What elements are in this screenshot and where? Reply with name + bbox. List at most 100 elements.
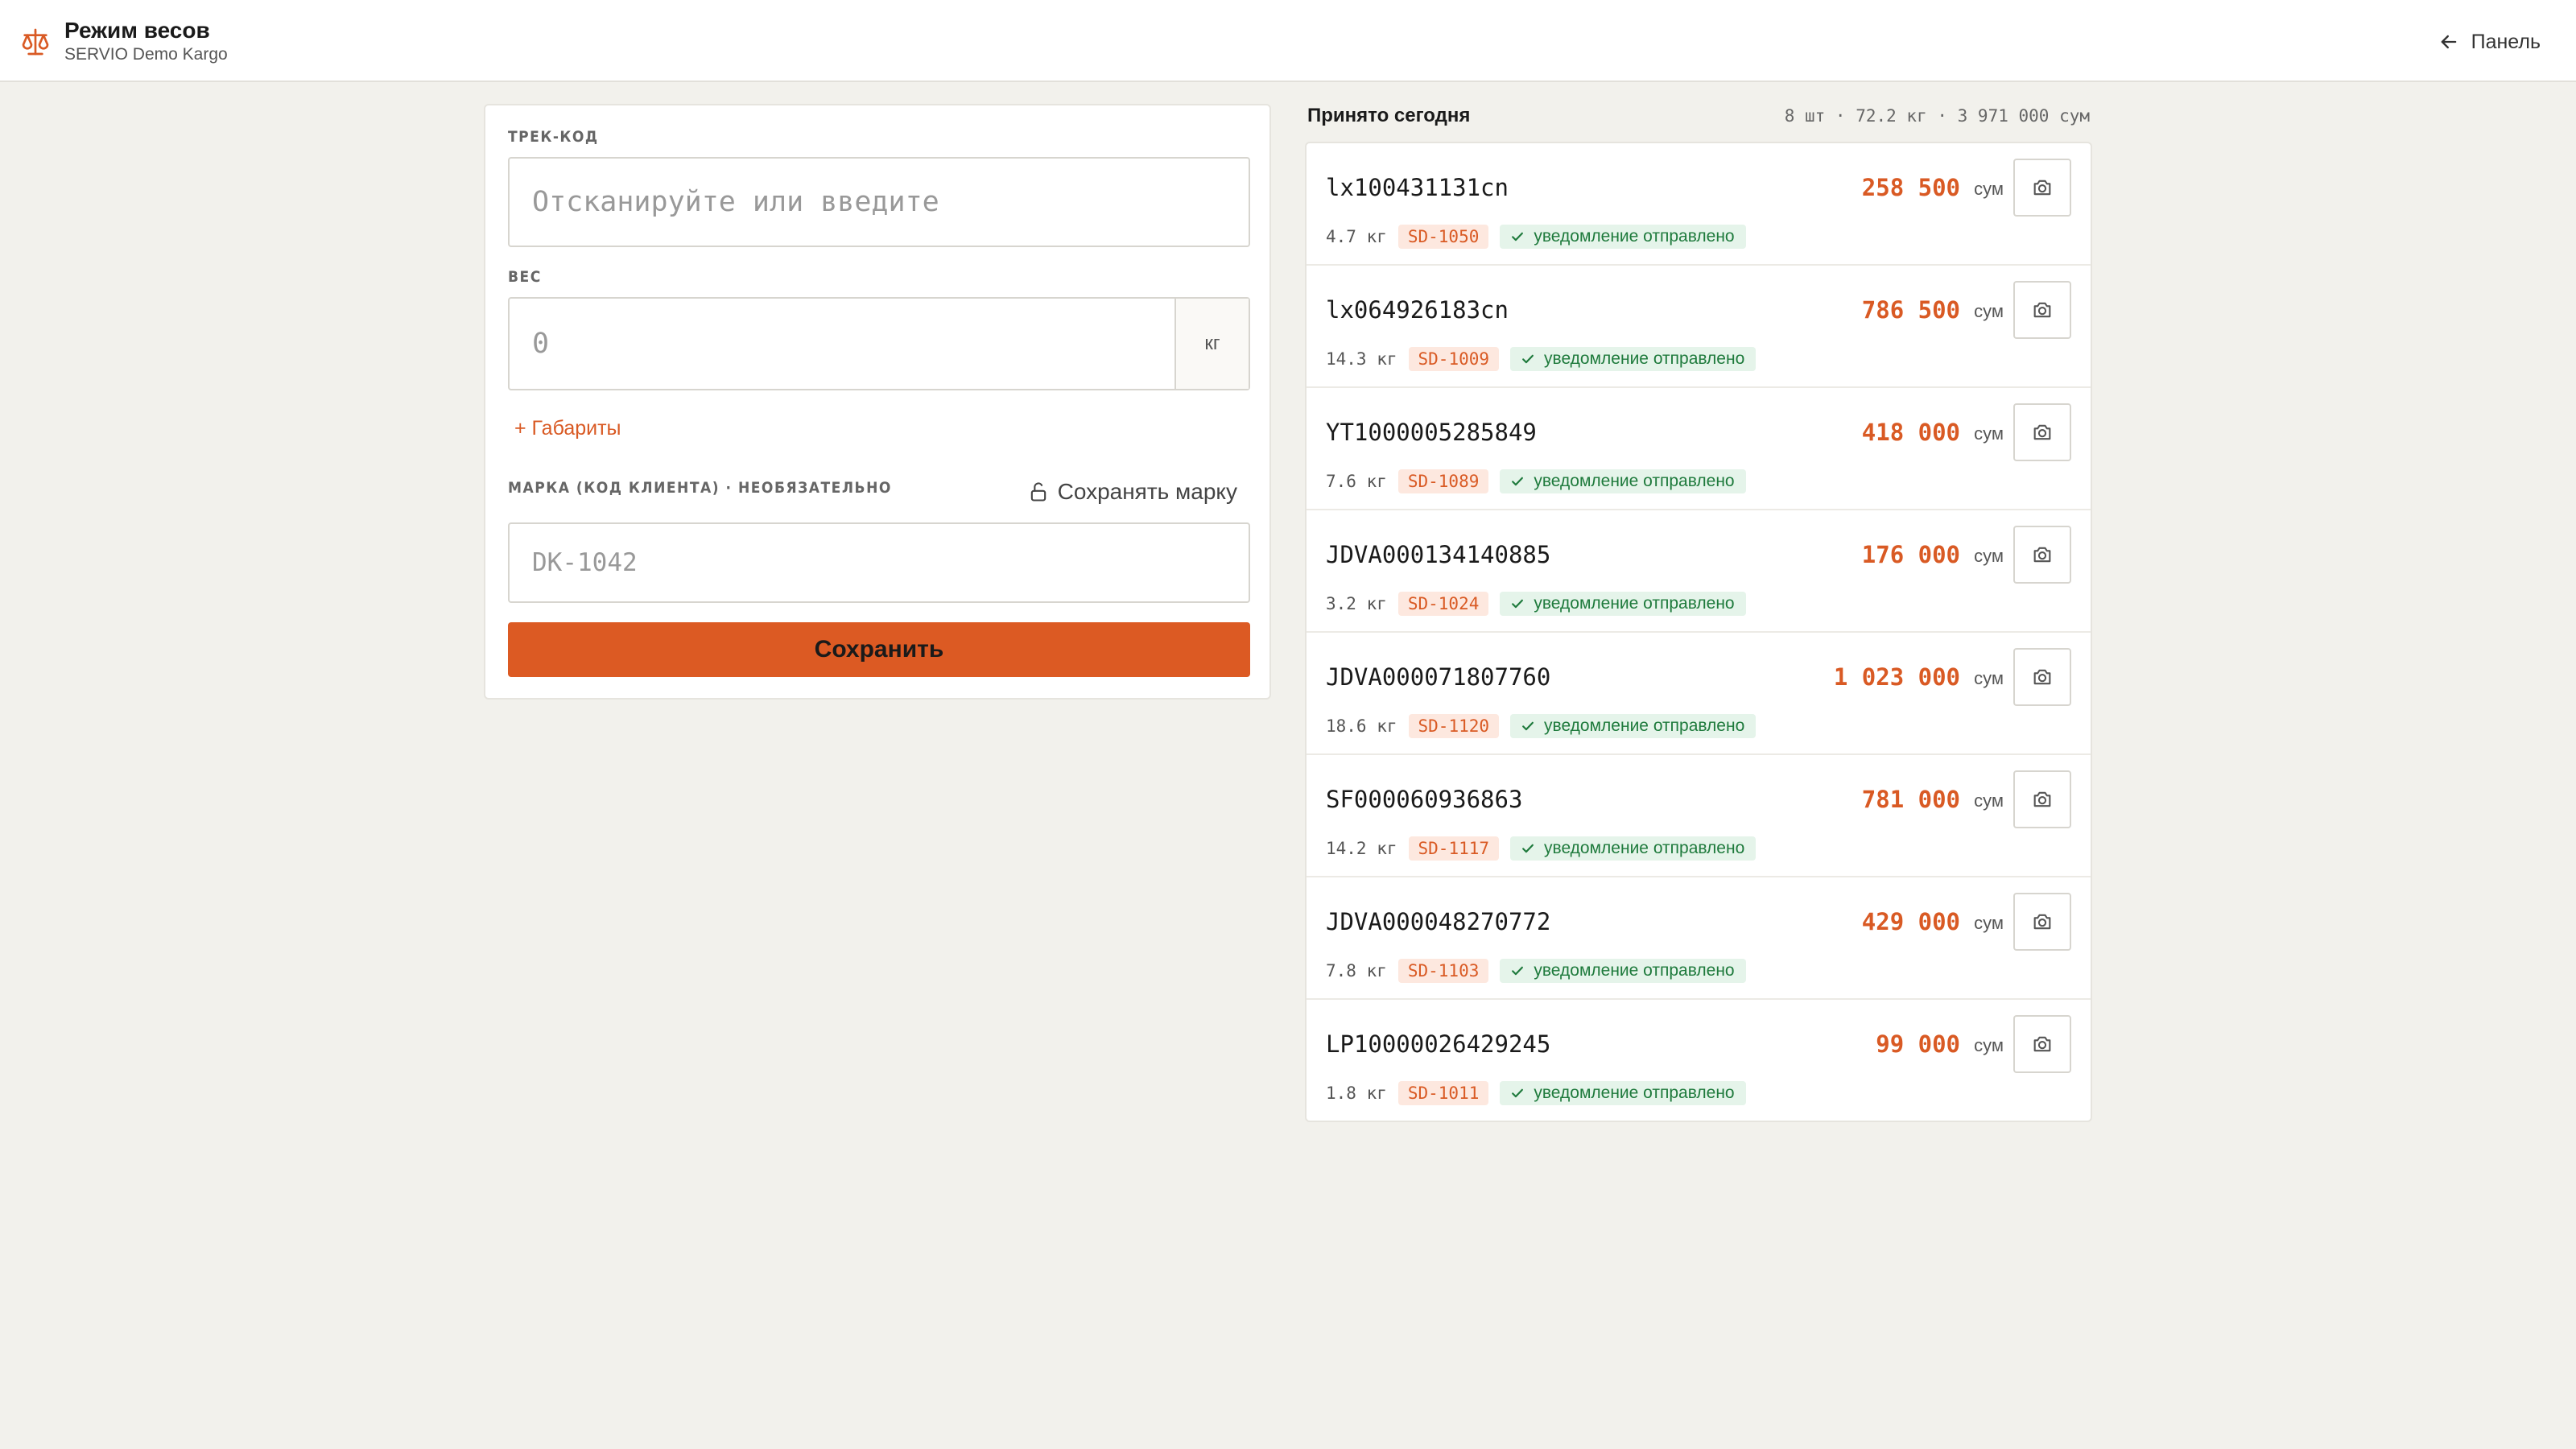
item-weight: 4.7 кг (1326, 227, 1387, 246)
list-item[interactable]: JDVA000048270772 429 000 сум 7.8 кг SD-1… (1307, 877, 2091, 1000)
currency: сум (1974, 301, 2004, 321)
photo-button[interactable] (2013, 403, 2071, 461)
currency: сум (1974, 423, 2004, 444)
item-weight: 7.8 кг (1326, 961, 1387, 980)
notification-status-badge: уведомление отправлено (1510, 714, 1757, 738)
currency: сум (1974, 1035, 2004, 1055)
notification-status-text: уведомление отправлено (1534, 1084, 1735, 1102)
weight-label: ВЕС (508, 268, 542, 286)
client-code-badge: SD-1011 (1397, 1081, 1489, 1105)
camera-icon (2033, 302, 2051, 318)
price: 786 500 (1861, 296, 1960, 324)
item-weight: 14.3 кг (1326, 349, 1397, 369)
notification-status-badge: уведомление отправлено (1500, 469, 1746, 493)
notification-status-badge: уведомление отправлено (1500, 959, 1746, 983)
item-meta: 4.7 кг SD-1050 уведомление отправлено (1326, 224, 1746, 250)
notification-status-badge: уведомление отправлено (1510, 836, 1757, 861)
list-item[interactable]: SF000060936863 781 000 сум 14.2 кг SD-11… (1307, 755, 2091, 877)
received-today-summary: 8 шт · 72.2 кг · 3 971 000 сум (1784, 106, 2090, 126)
list-item[interactable]: JDVA000071807760 1 023 000 сум 18.6 кг S… (1307, 633, 2091, 755)
top-bar: Режим весов SERVIO Demo Kargo Панель (0, 0, 2576, 82)
photo-button[interactable] (2013, 1015, 2071, 1073)
item-meta: 1.8 кг SD-1011 уведомление отправлено (1326, 1080, 1746, 1106)
client-code-badge: SD-1009 (1408, 347, 1500, 371)
track-code: lx100431131cn (1326, 174, 1509, 201)
client-mark-placeholder: DK-1042 (532, 548, 638, 577)
camera-icon (2033, 424, 2051, 440)
weight-input[interactable]: 0 кг (508, 297, 1250, 390)
check-icon (1512, 966, 1524, 976)
track-code-input[interactable]: Отсканируйте или введите (508, 157, 1250, 247)
photo-button[interactable] (2013, 526, 2071, 584)
client-code-badge: SD-1089 (1397, 469, 1489, 493)
check-icon (1522, 354, 1534, 364)
keep-mark-toggle[interactable]: Сохранять марку (1027, 477, 1237, 506)
notification-status-text: уведомление отправлено (1534, 594, 1735, 613)
client-mark-label: МАРКА (КОД КЛИЕНТА) · НЕОБЯЗАТЕЛЬНО (508, 479, 892, 497)
weight-placeholder: 0 (532, 328, 550, 360)
weight-unit: кг (1174, 299, 1249, 389)
notification-status-text: уведомление отправлено (1534, 227, 1735, 246)
company-name: SERVIO Demo Kargo (64, 45, 228, 64)
item-meta: 7.8 кг SD-1103 уведомление отправлено (1326, 958, 1746, 984)
camera-icon (2033, 547, 2051, 563)
scales-icon (22, 28, 49, 56)
check-icon (1522, 721, 1534, 731)
track-code: JDVA000134140885 (1326, 541, 1551, 568)
list-item[interactable]: lx100431131cn 258 500 сум 4.7 кг SD-1050… (1307, 143, 2091, 266)
check-icon (1512, 477, 1524, 486)
check-icon (1512, 1088, 1524, 1098)
list-item[interactable]: YT1000005285849 418 000 сум 7.6 кг SD-10… (1307, 388, 2091, 510)
item-meta: 14.3 кг SD-1009 уведомление отправлено (1326, 346, 1757, 372)
intake-form: ТРЕК-КОД Отсканируйте или введите ВЕС 0 … (484, 104, 1271, 700)
item-weight: 18.6 кг (1326, 716, 1397, 736)
item-meta: 14.2 кг SD-1117 уведомление отправлено (1326, 836, 1757, 861)
list-item[interactable]: LP10000026429245 99 000 сум 1.8 кг SD-10… (1307, 1000, 2091, 1121)
check-icon (1512, 599, 1524, 609)
track-code: JDVA000071807760 (1326, 663, 1551, 691)
camera-icon (2033, 791, 2051, 807)
notification-status-text: уведомление отправлено (1534, 961, 1735, 980)
photo-button[interactable] (2013, 281, 2071, 339)
received-list: lx100431131cn 258 500 сум 4.7 кг SD-1050… (1305, 142, 2092, 1122)
client-code-badge: SD-1120 (1408, 714, 1500, 738)
app-title: Режим весов (64, 18, 210, 43)
unlock-icon (1030, 482, 1046, 502)
price: 176 000 (1861, 541, 1960, 568)
currency: сум (1974, 791, 2004, 811)
photo-button[interactable] (2013, 893, 2071, 951)
client-code-badge: SD-1103 (1397, 959, 1489, 983)
client-mark-input[interactable]: DK-1042 (508, 522, 1250, 603)
currency: сум (1974, 546, 2004, 566)
notification-status-badge: уведомление отправлено (1510, 347, 1757, 371)
check-icon (1512, 232, 1524, 242)
camera-icon (2033, 180, 2051, 196)
notification-status-text: уведомление отправлено (1544, 349, 1745, 368)
price: 99 000 (1876, 1030, 1960, 1058)
photo-button[interactable] (2013, 159, 2071, 217)
camera-icon (2033, 669, 2051, 685)
photo-button[interactable] (2013, 648, 2071, 706)
track-code-placeholder: Отсканируйте или введите (532, 186, 939, 218)
item-weight: 14.2 кг (1326, 839, 1397, 858)
photo-button[interactable] (2013, 770, 2071, 828)
item-meta: 3.2 кг SD-1024 уведомление отправлено (1326, 591, 1746, 617)
price: 781 000 (1861, 786, 1960, 813)
track-code-label: ТРЕК-КОД (508, 128, 599, 146)
currency: сум (1974, 179, 2004, 199)
keep-mark-label: Сохранять марку (1057, 479, 1237, 504)
track-code: YT1000005285849 (1326, 419, 1537, 446)
currency: сум (1974, 913, 2004, 933)
price: 1 023 000 (1833, 663, 1960, 691)
notification-status-text: уведомление отправлено (1534, 472, 1735, 490)
list-item[interactable]: lx064926183cn 786 500 сум 14.3 кг SD-100… (1307, 266, 2091, 388)
list-item[interactable]: JDVA000134140885 176 000 сум 3.2 кг SD-1… (1307, 510, 2091, 633)
received-today-title: Принято сегодня (1307, 105, 1471, 126)
back-to-panel-link[interactable]: Панель (2438, 26, 2541, 58)
track-code: JDVA000048270772 (1326, 908, 1551, 935)
notification-status-text: уведомление отправлено (1544, 716, 1745, 735)
save-button[interactable]: Сохранить (508, 622, 1250, 677)
add-dimensions-link[interactable]: + Габариты (514, 417, 621, 440)
notification-status-badge: уведомление отправлено (1500, 225, 1746, 249)
currency: сум (1974, 668, 2004, 688)
